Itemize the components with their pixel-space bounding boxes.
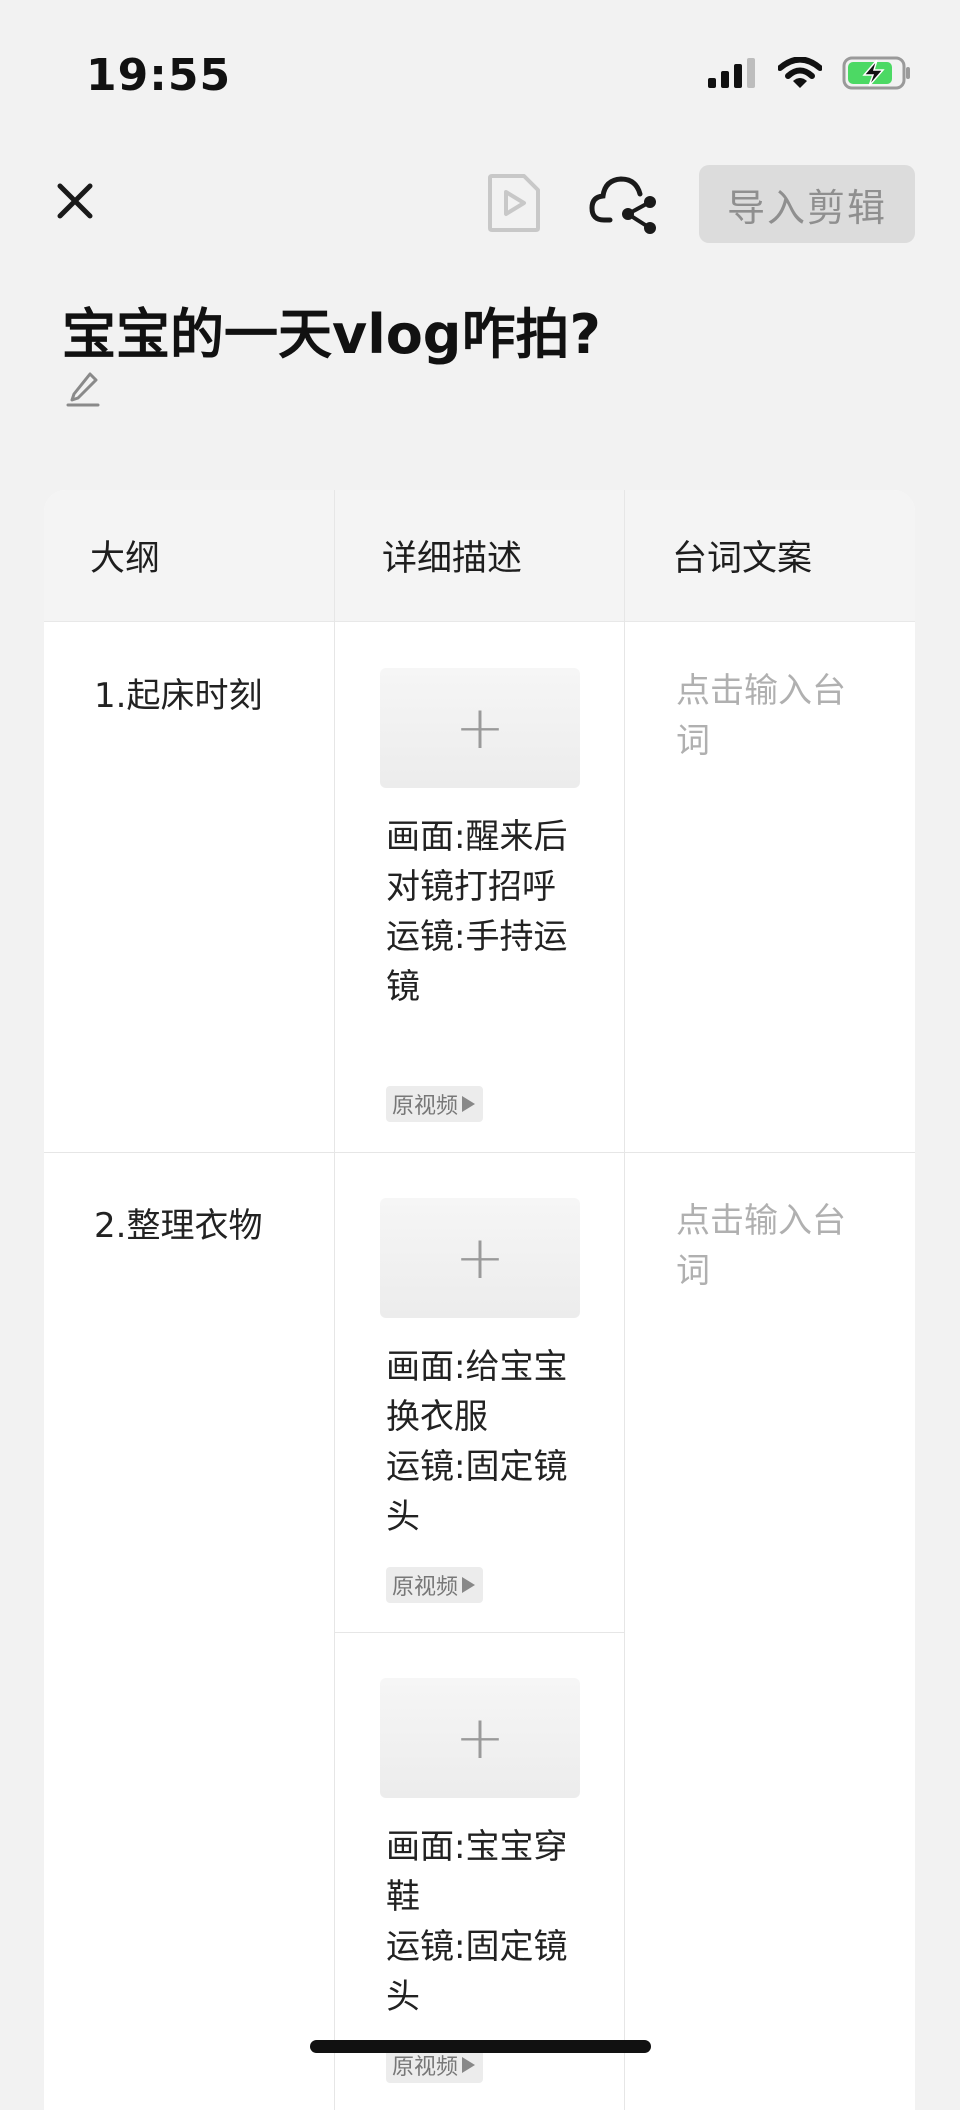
table-header: 大纲 详细描述 台词文案 <box>44 490 915 622</box>
add-media-button[interactable]: + <box>380 1678 580 1798</box>
desc-line: 画面:给宝宝换衣服 <box>386 1347 568 1437</box>
original-video-tag[interactable]: 原视频 <box>386 1567 484 1603</box>
column-divider <box>624 490 625 2110</box>
wifi-icon <box>778 57 822 88</box>
desc-line: 运镜:固定镜头 <box>386 1927 568 2017</box>
header-lines: 台词文案 <box>672 539 813 579</box>
outline-cell[interactable]: 2.整理衣物 <box>94 1198 262 1247</box>
plus-icon: + <box>454 693 506 763</box>
close-button[interactable] <box>50 176 100 226</box>
plus-icon: + <box>454 1703 506 1773</box>
desc-line: 运镜:固定镜头 <box>386 1447 568 1537</box>
outline-cell[interactable]: 1.起床时刻 <box>94 668 262 717</box>
play-icon <box>462 2057 476 2073</box>
close-icon <box>57 183 93 219</box>
battery-charging-icon <box>842 56 910 90</box>
video-preview-button[interactable] <box>486 172 542 234</box>
play-icon <box>462 1577 476 1593</box>
desc-line: 运镜:手持运镜 <box>386 917 568 1007</box>
play-icon <box>462 1096 476 1112</box>
original-video-tag[interactable]: 原视频 <box>386 1086 484 1122</box>
column-divider <box>334 490 335 2110</box>
shot-description[interactable]: 画面:给宝宝换衣服 运镜:固定镜头 <box>386 1342 576 1542</box>
lines-input[interactable]: 点击输入台词 <box>676 666 866 766</box>
desc-line: 画面:醒来后对镜打招呼 <box>386 817 568 907</box>
import-edit-button[interactable]: 导入剪辑 <box>699 165 915 243</box>
original-video-label: 原视频 <box>392 2055 459 2080</box>
shot-divider <box>334 1632 624 1633</box>
status-bar: 19:55 <box>0 0 960 150</box>
edit-title-button[interactable] <box>66 364 102 408</box>
desc-line: 画面:宝宝穿鞋 <box>386 1827 568 1917</box>
status-icons <box>708 56 912 90</box>
edit-pencil-icon <box>66 372 100 407</box>
script-table: 大纲 详细描述 台词文案 1.起床时刻 + 画面:醒来后对镜打招呼 运镜:手持运… <box>44 490 915 2110</box>
cloud-share-button[interactable] <box>588 170 662 236</box>
status-time: 19:55 <box>86 50 232 101</box>
add-media-button[interactable]: + <box>380 668 580 788</box>
original-video-label: 原视频 <box>392 1094 459 1119</box>
video-preview-icon <box>488 174 540 232</box>
shot-description[interactable]: 画面:宝宝穿鞋 运镜:固定镜头 <box>386 1822 576 2022</box>
add-media-button[interactable]: + <box>380 1198 580 1318</box>
header-outline: 大纲 <box>90 539 161 579</box>
shot-description[interactable]: 画面:醒来后对镜打招呼 运镜:手持运镜 <box>386 812 576 1012</box>
row-divider <box>44 1152 915 1153</box>
home-indicator <box>310 2040 651 2053</box>
signal-icon <box>708 58 755 88</box>
cloud-share-icon <box>589 176 656 234</box>
page-title: 宝宝的一天vlog咋拍? <box>62 303 601 366</box>
header-description: 详细描述 <box>382 539 523 579</box>
lines-input[interactable]: 点击输入台词 <box>676 1196 866 1296</box>
original-video-label: 原视频 <box>392 1575 459 1600</box>
plus-icon: + <box>454 1223 506 1293</box>
